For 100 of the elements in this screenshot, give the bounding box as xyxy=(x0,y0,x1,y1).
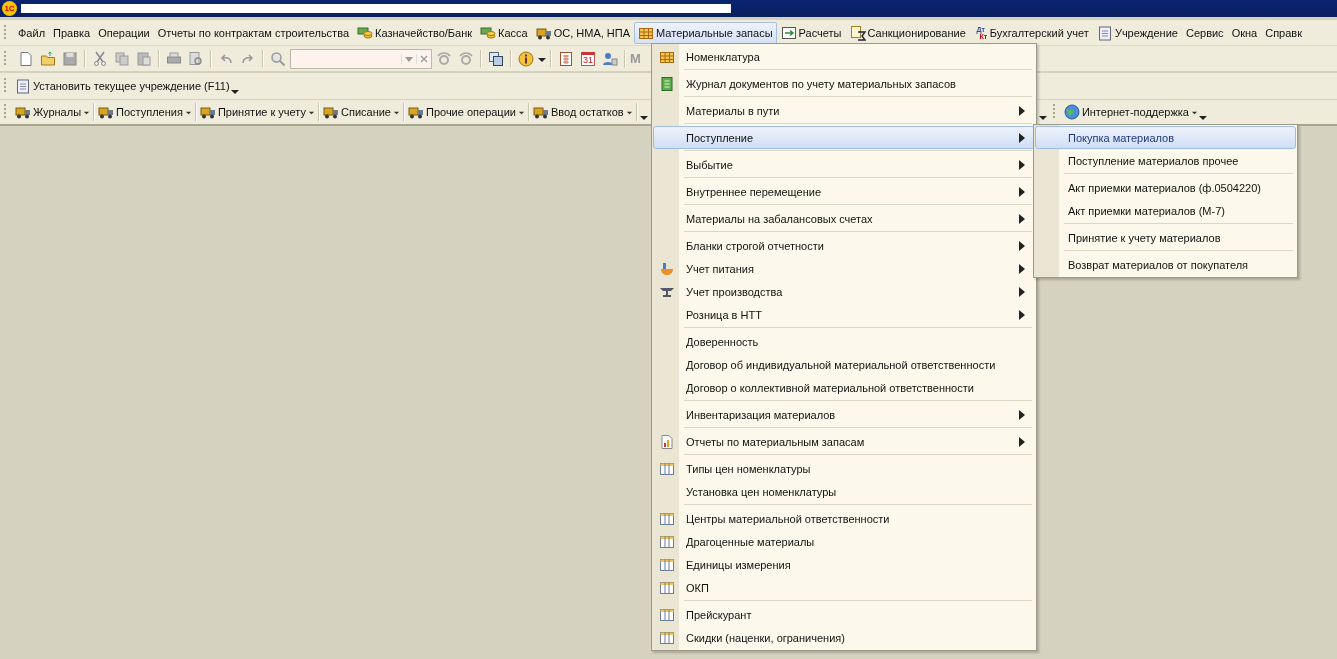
submenu-arrow-icon xyxy=(1019,105,1025,116)
menu-entry[interactable]: Материалы в пути xyxy=(653,99,1035,122)
menu-item[interactable]: Файл xyxy=(14,21,50,44)
truck-icon xyxy=(323,104,339,120)
search-field[interactable] xyxy=(290,48,432,69)
toolbar-dropdown-button[interactable]: Списание xyxy=(322,102,401,122)
app-logo: 1С xyxy=(2,1,17,16)
menu-entry[interactable]: Скидки (наценки, ограничения) xyxy=(653,626,1035,649)
menu-item[interactable]: Расчеты xyxy=(776,21,846,44)
card-icon xyxy=(780,24,797,41)
submenu-arrow-icon xyxy=(1019,159,1025,170)
caret-icon[interactable] xyxy=(1199,113,1207,121)
dropdown-arrow-icon[interactable] xyxy=(401,53,416,64)
menu-entry[interactable]: Прейскурант xyxy=(653,603,1035,626)
find-next-icon[interactable] xyxy=(434,50,454,67)
table-icon xyxy=(659,556,675,573)
menu-entry[interactable]: Типы цен номенклатуры xyxy=(653,457,1035,480)
clipboard-icon xyxy=(1096,24,1113,41)
submenu-arrow-icon xyxy=(1019,263,1025,274)
toolbar-dropdown-button[interactable]: Поступления xyxy=(97,102,193,122)
book-icon xyxy=(659,75,675,92)
menu-item[interactable]: Материальные запасы xyxy=(634,21,777,44)
submenu-arrow-icon xyxy=(1019,186,1025,197)
menu-entry[interactable]: Драгоценные материалы xyxy=(653,530,1035,553)
menu-entry[interactable]: Розница в НТТ xyxy=(653,303,1035,326)
truck-icon xyxy=(98,104,115,120)
user-icon[interactable] xyxy=(600,50,620,67)
submenu-arrow-icon xyxy=(1019,409,1025,420)
menu-entry[interactable]: Акт приемки материалов (М-7) xyxy=(1035,199,1296,222)
info-icon[interactable] xyxy=(516,50,536,67)
menu-entry[interactable]: Установка цен номенклатуры xyxy=(653,480,1035,503)
menu-item[interactable]: Справк xyxy=(1261,21,1306,44)
folder-icon[interactable] xyxy=(38,50,58,67)
toolbar-dropdown-button[interactable]: Ввод остатков xyxy=(531,102,634,122)
menu-entry[interactable]: Отчеты по материальным запасам xyxy=(653,430,1035,453)
menu-entry[interactable]: Возврат материалов от покупателя xyxy=(1035,253,1296,276)
calendar-icon[interactable]: 31 xyxy=(581,51,595,66)
table-icon xyxy=(659,606,675,623)
set-institution-button[interactable]: Установить текущее учреждение (F11) xyxy=(14,76,231,96)
menu-entry[interactable]: Доверенность xyxy=(653,330,1035,353)
menu-item[interactable]: Окна xyxy=(1227,21,1262,44)
print-icon[interactable] xyxy=(164,50,184,67)
truck-icon xyxy=(199,104,216,120)
menu-entry[interactable]: Выбытие xyxy=(653,153,1035,176)
table-icon xyxy=(659,629,675,646)
menu-item[interactable]: ОС, НМА, НПА xyxy=(531,21,635,44)
save-icon[interactable] xyxy=(60,50,80,67)
find-previous-icon[interactable] xyxy=(456,50,476,67)
truck-icon xyxy=(15,104,31,120)
table-icon xyxy=(659,460,675,477)
caret-icon[interactable] xyxy=(639,113,648,121)
menu-entry[interactable]: Акт приемки материалов (ф.0504220) xyxy=(1035,176,1296,199)
menu-entry[interactable]: Внутреннее перемещение xyxy=(653,180,1035,203)
menu-entry[interactable]: Поступление материалов прочее xyxy=(1035,149,1296,172)
menu-entry[interactable]: Единицы измерения xyxy=(653,553,1035,576)
menu-item[interactable]: Сервис xyxy=(1181,21,1228,44)
menu-item[interactable]: Санкционирование xyxy=(845,21,970,44)
table-icon xyxy=(659,510,675,527)
caret-icon[interactable] xyxy=(230,87,239,95)
menu-item[interactable]: Учреждение xyxy=(1092,21,1182,44)
paste-icon[interactable] xyxy=(134,50,154,67)
truck-icon xyxy=(532,104,549,120)
menu-entry[interactable]: Материалы на забалансовых счетах xyxy=(653,207,1035,230)
sigma-icon xyxy=(849,24,866,41)
toolbar-dropdown-button[interactable]: Прочие операции xyxy=(407,102,526,122)
search-icon[interactable] xyxy=(268,50,288,67)
submenu-arrow-icon xyxy=(1019,213,1025,224)
menu-item[interactable]: Казначейство/Банк xyxy=(353,21,477,44)
submenu-arrow-icon xyxy=(1019,240,1025,251)
menu-entry[interactable]: Центры материальной ответственности xyxy=(653,507,1035,530)
menu-entry[interactable]: Журнал документов по учету материальных запасов xyxy=(653,72,1035,95)
menu-entry[interactable]: Учет производства xyxy=(653,280,1035,303)
menu-item[interactable]: Операции xyxy=(94,21,154,44)
clipboard-icon xyxy=(15,78,31,94)
windows-icon[interactable] xyxy=(486,50,506,67)
copy-icon[interactable] xyxy=(112,50,132,67)
bowl-icon xyxy=(659,260,675,277)
menu-entry[interactable]: Номенклатура xyxy=(653,45,1035,68)
menu-entry[interactable]: Учет питания xyxy=(653,257,1035,280)
menu-entry[interactable]: Договор об индивидуальной материальной ответственности xyxy=(653,353,1035,376)
coins-icon xyxy=(480,24,497,41)
table-icon xyxy=(659,579,675,596)
toolbar-dropdown-button[interactable]: Журналы xyxy=(14,102,92,122)
menu-entry[interactable]: Покупка материалов xyxy=(1035,126,1296,149)
internet-support-button[interactable]: Интернет-поддержка xyxy=(1062,102,1199,122)
caret-icon[interactable] xyxy=(1038,113,1047,121)
submenu-arrow-icon xyxy=(1019,286,1025,297)
menu-entry[interactable]: Поступление xyxy=(653,126,1035,149)
menu-entry[interactable]: Бланки строгой отчетности xyxy=(653,234,1035,257)
menu-entry[interactable]: Инвентаризация материалов xyxy=(653,403,1035,426)
toolbar-dropdown-button[interactable]: Принятие к учету xyxy=(198,102,316,122)
menu-item[interactable]: Касса xyxy=(476,21,532,44)
menu-item[interactable]: Правка xyxy=(49,21,95,44)
menu-entry[interactable]: Договор о коллективной материальной ответственности xyxy=(653,376,1035,399)
chart-icon xyxy=(659,433,675,450)
menu-item[interactable]: Отчеты по контрактам строительства xyxy=(153,21,353,44)
menu-entry[interactable]: ОКП xyxy=(653,576,1035,599)
submenu-arrow-icon xyxy=(1019,309,1025,320)
menu-entry[interactable]: Принятие к учету материалов xyxy=(1035,226,1296,249)
coins-icon xyxy=(357,24,373,41)
